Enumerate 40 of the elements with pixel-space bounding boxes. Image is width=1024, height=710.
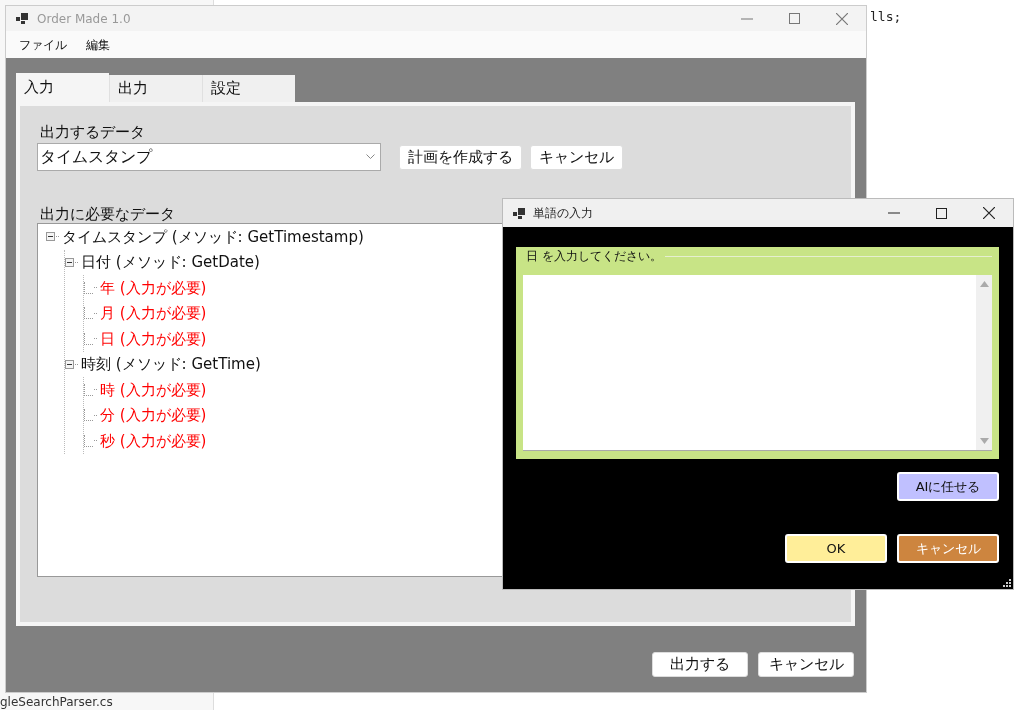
collapse-icon[interactable] <box>65 257 74 267</box>
window-title: Order Made 1.0 <box>37 10 131 28</box>
tree-item[interactable]: タイムスタンプ (メソッド: GetTimestamp) <box>62 225 364 248</box>
app-icon <box>16 13 28 24</box>
file-name: gleSearchParser.cs <box>0 696 113 709</box>
close-icon[interactable] <box>983 207 995 219</box>
tree-item[interactable]: 時 (入力が必要) <box>100 378 207 401</box>
app-icon <box>513 207 525 219</box>
dialog-title: 単語の入力 <box>533 205 593 222</box>
group-label: 日 を入力してください。 <box>525 248 663 265</box>
action-button[interactable]: キャンセル <box>530 144 623 170</box>
maximize-icon[interactable] <box>936 207 947 219</box>
data-dropdown[interactable]: タイムスタンプ <box>37 143 381 171</box>
tree-item[interactable]: 月 (入力が必要) <box>100 302 207 325</box>
dialog-button[interactable]: AIに任せる <box>897 472 999 501</box>
tab[interactable]: 設定 <box>202 75 295 102</box>
collapse-icon[interactable] <box>46 232 55 242</box>
tab[interactable]: 入力 <box>16 73 109 102</box>
resize-grip-icon[interactable] <box>1003 579 1011 587</box>
scrollbar[interactable] <box>976 275 992 450</box>
dialog-button[interactable]: OK <box>785 534 887 563</box>
code-text: lls; <box>870 8 902 26</box>
section-label: 出力に必要なデータ <box>40 204 175 223</box>
scroll-down-icon[interactable] <box>979 438 989 444</box>
footer-button[interactable]: キャンセル <box>758 652 854 677</box>
menu-item[interactable]: 編集 <box>86 35 110 54</box>
tree-item[interactable]: 秒 (入力が必要) <box>100 429 207 452</box>
tree-item[interactable]: 分 (入力が必要) <box>100 404 207 427</box>
tree-item[interactable]: 日 (入力が必要) <box>100 327 207 350</box>
collapse-icon[interactable] <box>65 359 74 369</box>
scroll-up-icon[interactable] <box>979 281 989 287</box>
tree-item[interactable]: 時刻 (メソッド: GetTime) <box>81 353 261 376</box>
section-label: 出力するデータ <box>40 122 145 143</box>
tree-item[interactable]: 日付 (メソッド: GetDate) <box>81 251 260 274</box>
footer-button[interactable]: 出力する <box>652 652 748 677</box>
tab[interactable]: 出力 <box>109 75 202 102</box>
menu-item[interactable]: ファイル <box>19 35 67 54</box>
tree-item[interactable]: 年 (入力が必要) <box>100 276 207 299</box>
action-button[interactable]: 計画を作成する <box>399 144 522 170</box>
chevron-down-icon <box>366 154 375 160</box>
